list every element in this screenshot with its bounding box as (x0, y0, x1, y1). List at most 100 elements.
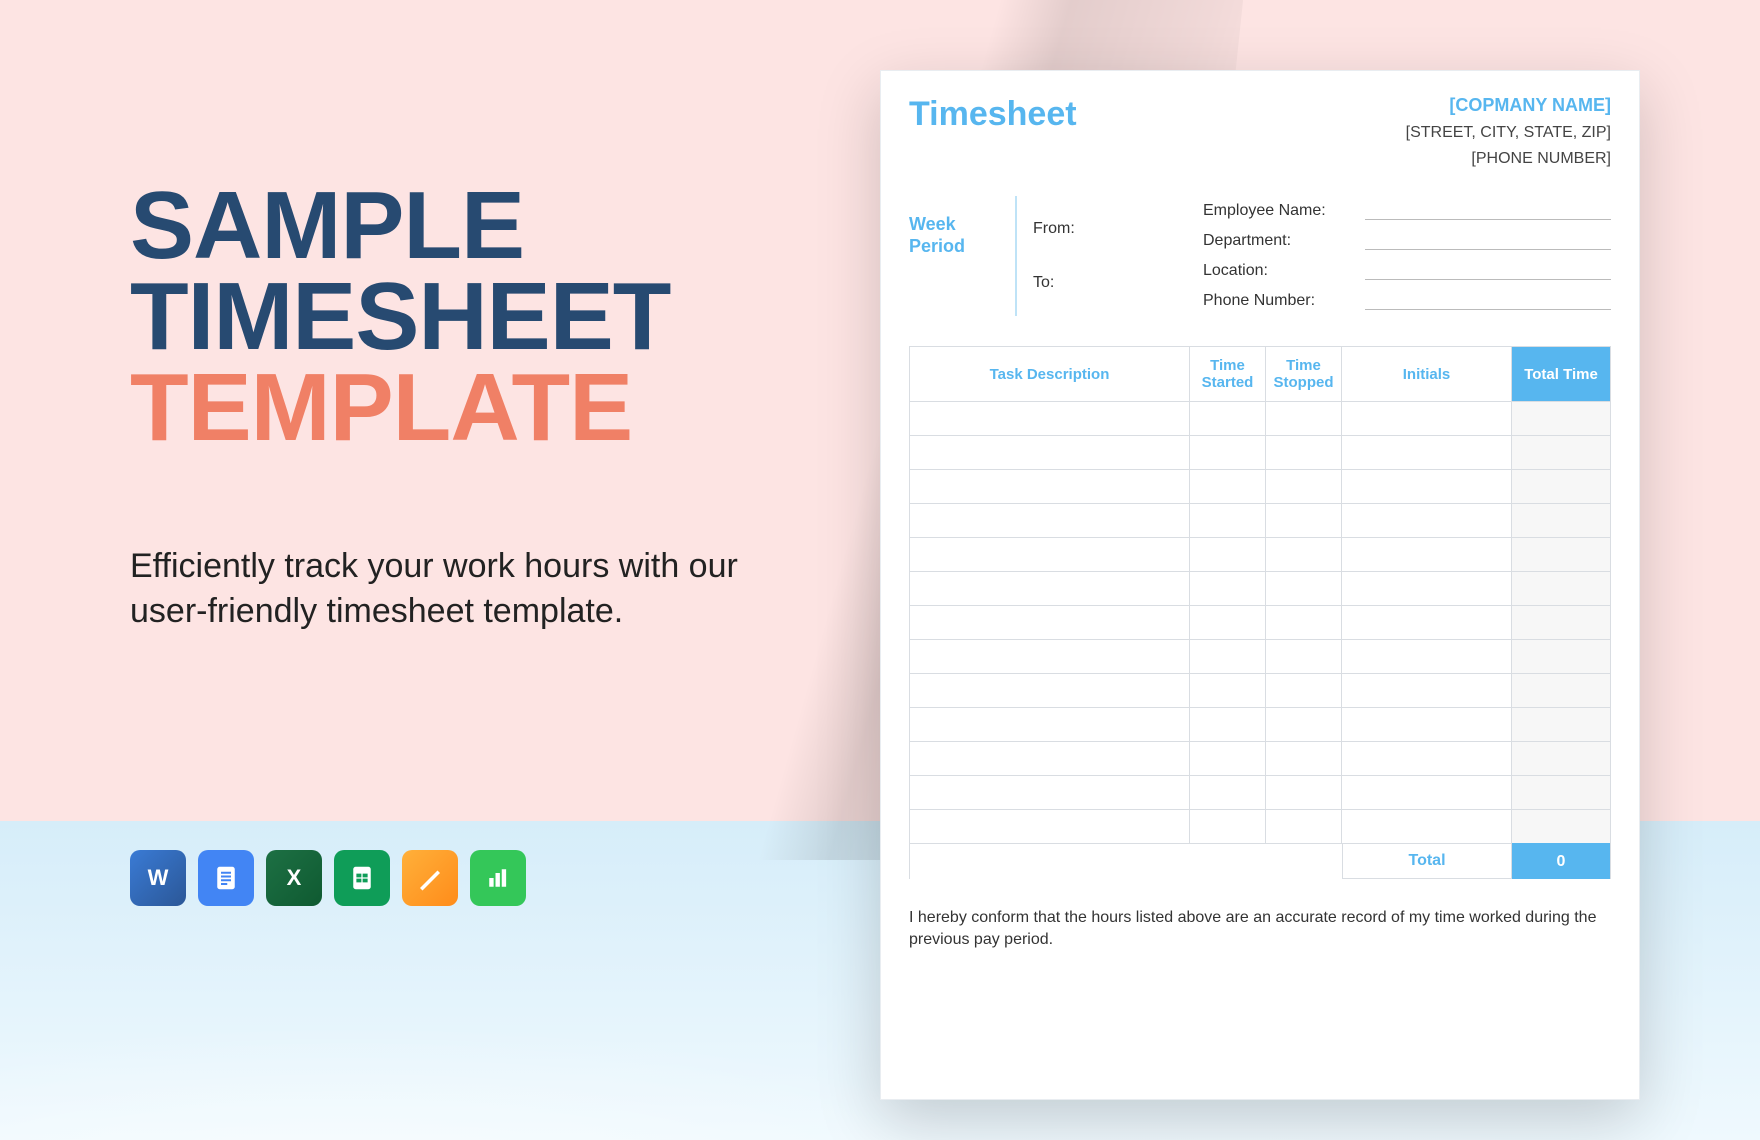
headline-block: SAMPLE TIMESHEET TEMPLATE Efficiently tr… (130, 180, 850, 635)
preview-header: Timesheet [COPMANY NAME] [STREET, CITY, … (909, 95, 1611, 168)
docs-glyph-icon (211, 863, 241, 893)
table-cell (1190, 503, 1266, 537)
table-cell (1512, 605, 1610, 639)
table-row (910, 707, 1610, 741)
table-row (910, 639, 1610, 673)
apple-numbers-icon[interactable] (470, 850, 526, 906)
week-period-separator (1015, 196, 1017, 316)
from-label: From: (1033, 220, 1203, 238)
table-cell (910, 809, 1190, 843)
table-cell (910, 401, 1190, 435)
table-cell (1512, 775, 1610, 809)
table-body (910, 401, 1610, 843)
col-start-header: Time Started (1190, 347, 1266, 401)
table-cell (1512, 469, 1610, 503)
table-cell (1342, 401, 1512, 435)
table-row (910, 435, 1610, 469)
table-cell (1190, 707, 1266, 741)
table-cell (1512, 537, 1610, 571)
table-cell (1266, 605, 1342, 639)
table-cell (1342, 435, 1512, 469)
col-total-header: Total Time (1512, 347, 1610, 401)
apple-pages-icon[interactable] (402, 850, 458, 906)
table-cell (1190, 435, 1266, 469)
table-cell (1512, 401, 1610, 435)
table-cell (1266, 707, 1342, 741)
table-cell (1512, 707, 1610, 741)
info-row: Week Period From: To: Employee Name: Dep… (909, 196, 1611, 316)
to-label: To: (1033, 274, 1203, 292)
table-cell (910, 707, 1190, 741)
timesheet-preview-panel: Timesheet [COPMANY NAME] [STREET, CITY, … (880, 70, 1640, 1100)
table-cell (1342, 673, 1512, 707)
table-cell (1512, 571, 1610, 605)
word-icon[interactable]: W (130, 850, 186, 906)
table-cell (1190, 571, 1266, 605)
table-cell (1266, 401, 1342, 435)
col-stop-header: Time Stopped (1266, 347, 1342, 401)
table-cell (910, 605, 1190, 639)
department-line (1365, 232, 1611, 250)
title-line-3: TEMPLATE (130, 362, 850, 453)
table-cell (1266, 435, 1342, 469)
table-cell (1342, 809, 1512, 843)
preview-title: Timesheet (909, 95, 1077, 134)
pages-glyph-icon (415, 863, 445, 893)
table-cell (910, 435, 1190, 469)
title-line-1: SAMPLE (130, 180, 850, 271)
title-line-2: TIMESHEET (130, 271, 850, 362)
excel-icon[interactable]: X (266, 850, 322, 906)
table-cell (1512, 673, 1610, 707)
table-cell (1342, 469, 1512, 503)
table-row (910, 401, 1610, 435)
total-value: 0 (1512, 843, 1610, 879)
table-cell (1342, 741, 1512, 775)
table-cell (1512, 639, 1610, 673)
table-row (910, 809, 1610, 843)
table-header-row: Task Description Time Started Time Stopp… (910, 347, 1610, 401)
table-cell (910, 537, 1190, 571)
table-footer-spacer (910, 843, 1342, 879)
table-cell (1190, 741, 1266, 775)
table-cell (910, 571, 1190, 605)
table-cell (1342, 639, 1512, 673)
table-cell (1266, 537, 1342, 571)
employee-name-line (1365, 202, 1611, 220)
table-cell (1190, 537, 1266, 571)
google-docs-icon[interactable] (198, 850, 254, 906)
table-cell (1266, 469, 1342, 503)
excel-icon-label: X (287, 865, 302, 891)
table-cell (1190, 401, 1266, 435)
table-cell (1342, 503, 1512, 537)
employee-name-label: Employee Name: (1203, 202, 1353, 220)
table-cell (1342, 537, 1512, 571)
table-row (910, 775, 1610, 809)
table-cell (1342, 605, 1512, 639)
table-cell (1266, 673, 1342, 707)
location-label: Location: (1203, 262, 1353, 280)
phone-line (1365, 292, 1611, 310)
table-cell (1190, 809, 1266, 843)
table-row (910, 605, 1610, 639)
table-cell (910, 639, 1190, 673)
col-task-header: Task Description (910, 347, 1190, 401)
google-sheets-icon[interactable] (334, 850, 390, 906)
table-cell (1190, 605, 1266, 639)
table-cell (1342, 707, 1512, 741)
from-to-block: From: To: (1033, 196, 1203, 316)
table-row (910, 673, 1610, 707)
company-phone-placeholder: [PHONE NUMBER] (1406, 150, 1611, 168)
table-cell (1266, 639, 1342, 673)
table-row (910, 469, 1610, 503)
phone-label: Phone Number: (1203, 292, 1353, 310)
numbers-glyph-icon (483, 863, 513, 893)
table-cell (1342, 571, 1512, 605)
week-period-label: Week Period (909, 196, 999, 316)
table-cell (1266, 809, 1342, 843)
table-cell (1190, 775, 1266, 809)
table-cell (1512, 435, 1610, 469)
confirmation-note: I hereby conform that the hours listed a… (909, 907, 1611, 952)
location-line (1365, 262, 1611, 280)
company-address-placeholder: [STREET, CITY, STATE, ZIP] (1406, 124, 1611, 142)
word-icon-label: W (148, 865, 169, 891)
